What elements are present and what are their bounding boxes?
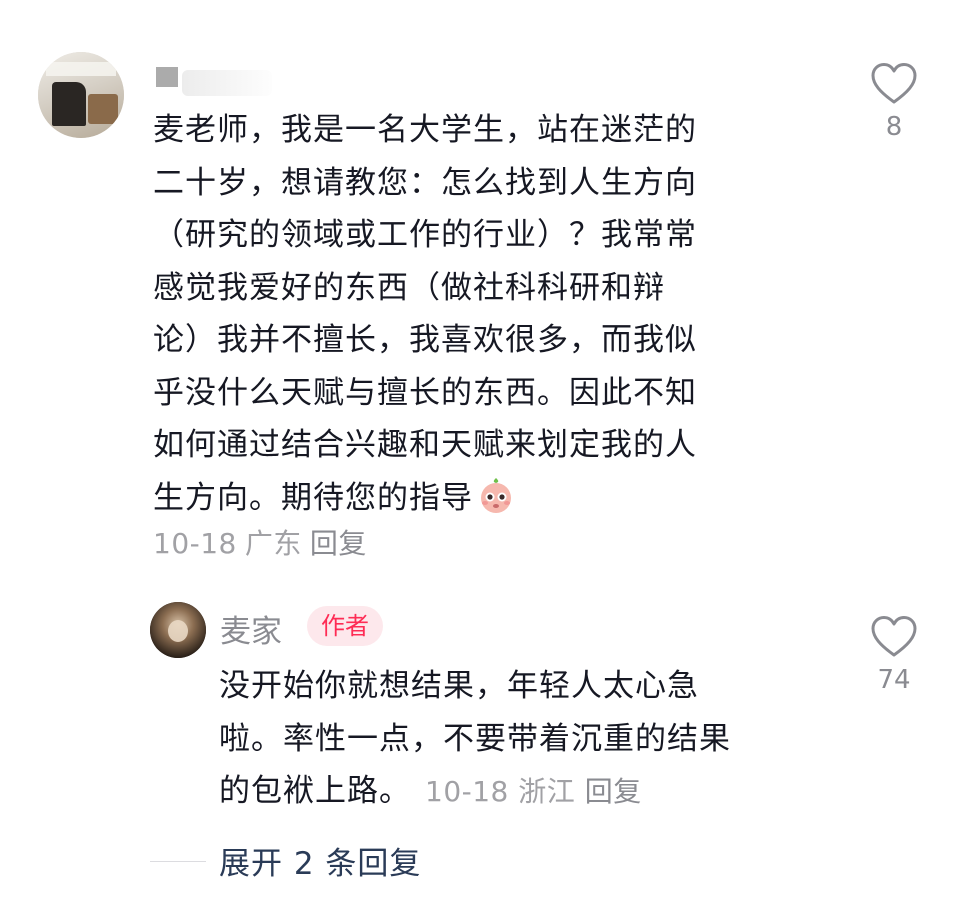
reply-like-count: 74: [877, 665, 911, 695]
reply-text: 没开始你就想结果，年轻人太心急 啦。率性一点，不要带着沉重的结果 的包袱上路。 1…: [219, 660, 839, 819]
comment-text: 麦老师，我是一名大学生，站在迷茫的 二十岁，想请教您：怎么找到人生方向 （研究的…: [153, 104, 833, 524]
pleading-face-emoji-icon: [477, 476, 515, 514]
reply-date: 10-18: [425, 775, 509, 808]
comment-location: 广东: [244, 527, 302, 560]
comment-line: 麦老师，我是一名大学生，站在迷茫的: [153, 112, 697, 148]
commenter-avatar[interactable]: [38, 52, 124, 138]
author-avatar[interactable]: [150, 602, 206, 658]
comment-line: 论）我并不擅长，我喜欢很多，而我似: [153, 322, 697, 358]
author-badge: 作者: [307, 606, 383, 646]
commenter-username-redacted[interactable]: [156, 67, 178, 87]
reply-meta: 10-18 浙江 回复: [425, 775, 642, 808]
author-username[interactable]: 麦家: [220, 606, 282, 651]
comment-line: 生方向。期待您的指导: [153, 479, 473, 516]
heart-icon[interactable]: [864, 615, 924, 663]
expand-replies-button[interactable]: 展开 2 条回复: [219, 838, 421, 883]
reply-location: 浙江: [518, 775, 576, 808]
reply-line: 没开始你就想结果，年轻人太心急: [219, 668, 699, 704]
username-blur: [182, 70, 272, 96]
comment-line-last: 生方向。期待您的指导: [153, 472, 833, 525]
comment-line: 二十岁，想请教您：怎么找到人生方向: [153, 164, 697, 201]
comment-like-button[interactable]: 8: [864, 62, 924, 142]
expand-divider: [150, 861, 206, 862]
reply-like-button[interactable]: 74: [864, 615, 924, 695]
comment-line: 如何通过结合兴趣和天赋来划定我的人: [153, 427, 697, 463]
comment-line: （研究的领域或工作的行业）？我常常: [153, 217, 697, 253]
comment-meta: 10-18 广东 回复: [153, 522, 375, 562]
comment-date: 10-18: [153, 527, 237, 560]
comment-like-count: 8: [885, 112, 903, 142]
reply-reply-button[interactable]: 回复: [585, 775, 642, 808]
comment-line: 感觉我爱好的东西（做社科科研和辩: [153, 269, 665, 306]
reply-line-last: 的包袱上路。 10-18 浙江 回复: [219, 765, 839, 819]
reply-line: 的包袱上路。: [219, 773, 411, 809]
comment-line: 乎没什么天赋与擅长的东西。因此不知: [153, 374, 697, 411]
comment-reply-button[interactable]: 回复: [310, 527, 367, 560]
reply-line: 啦。率性一点，不要带着沉重的结果: [219, 720, 731, 757]
heart-icon[interactable]: [864, 62, 924, 110]
